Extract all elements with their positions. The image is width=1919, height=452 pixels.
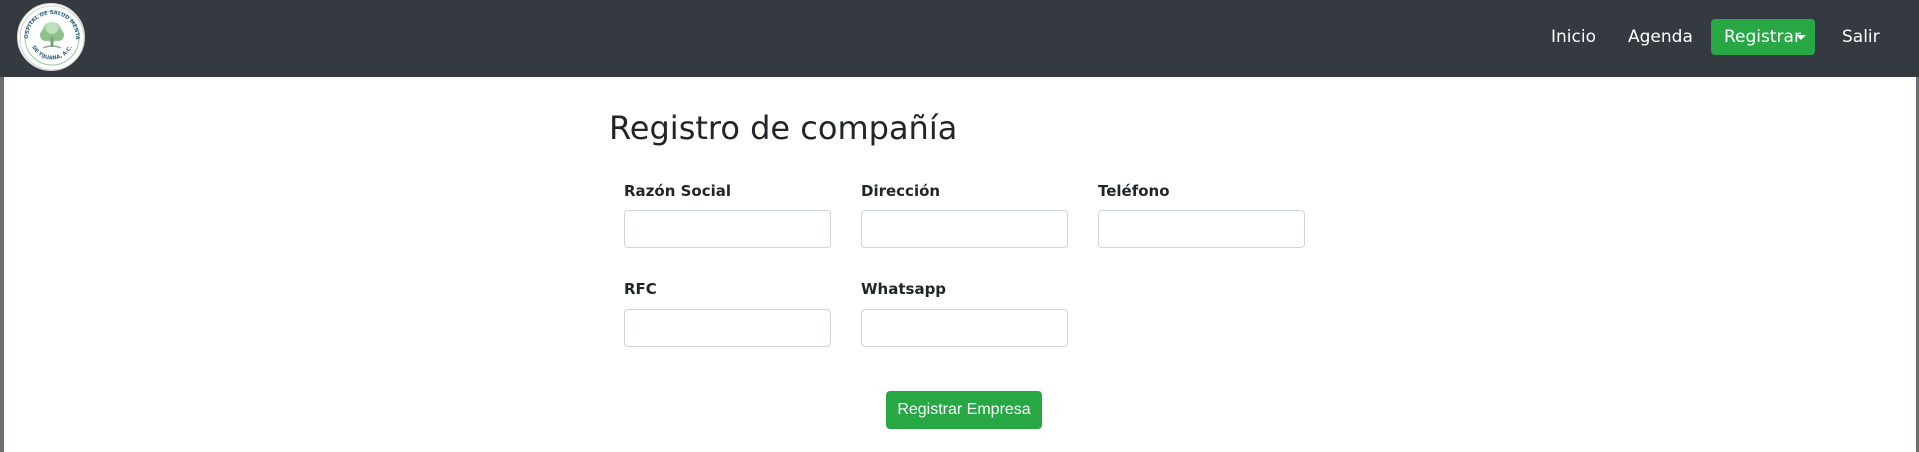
telefono-label: Teléfono (1098, 182, 1170, 200)
top-navbar: HOSPITAL DE SALUD MENTAL DE TIJUANA, A.C… (0, 0, 1919, 77)
direccion-label: Dirección (861, 182, 941, 200)
direccion-input[interactable] (861, 210, 1068, 248)
razon-social-input[interactable] (624, 210, 831, 248)
razon-social-label: Razón Social (624, 182, 732, 200)
caret-down-icon (1796, 35, 1806, 40)
telefono-input[interactable] (1098, 210, 1305, 248)
nav-agenda-link[interactable]: Agenda (1628, 24, 1693, 51)
main-content: Registro de compañía Razón Social Direcc… (4, 77, 1916, 452)
rfc-input[interactable] (624, 309, 831, 347)
nav-salir-link[interactable]: Salir (1842, 24, 1880, 51)
whatsapp-label: Whatsapp (861, 280, 947, 298)
registrar-label: Registrar (1724, 27, 1801, 47)
registrar-dropdown-button[interactable]: Registrar (1711, 19, 1815, 55)
registrar-empresa-button[interactable]: Registrar Empresa (886, 391, 1042, 429)
whatsapp-input[interactable] (861, 309, 1068, 347)
page-title: Registro de compañía (609, 109, 958, 147)
nav-inicio-link[interactable]: Inicio (1551, 24, 1596, 51)
rfc-label: RFC (624, 280, 657, 298)
browser-frame: HOSPITAL DE SALUD MENTAL DE TIJUANA, A.C… (0, 0, 1919, 452)
hospital-seal-icon: HOSPITAL DE SALUD MENTAL DE TIJUANA, A.C… (18, 4, 84, 70)
hospital-logo[interactable]: HOSPITAL DE SALUD MENTAL DE TIJUANA, A.C… (17, 3, 85, 71)
